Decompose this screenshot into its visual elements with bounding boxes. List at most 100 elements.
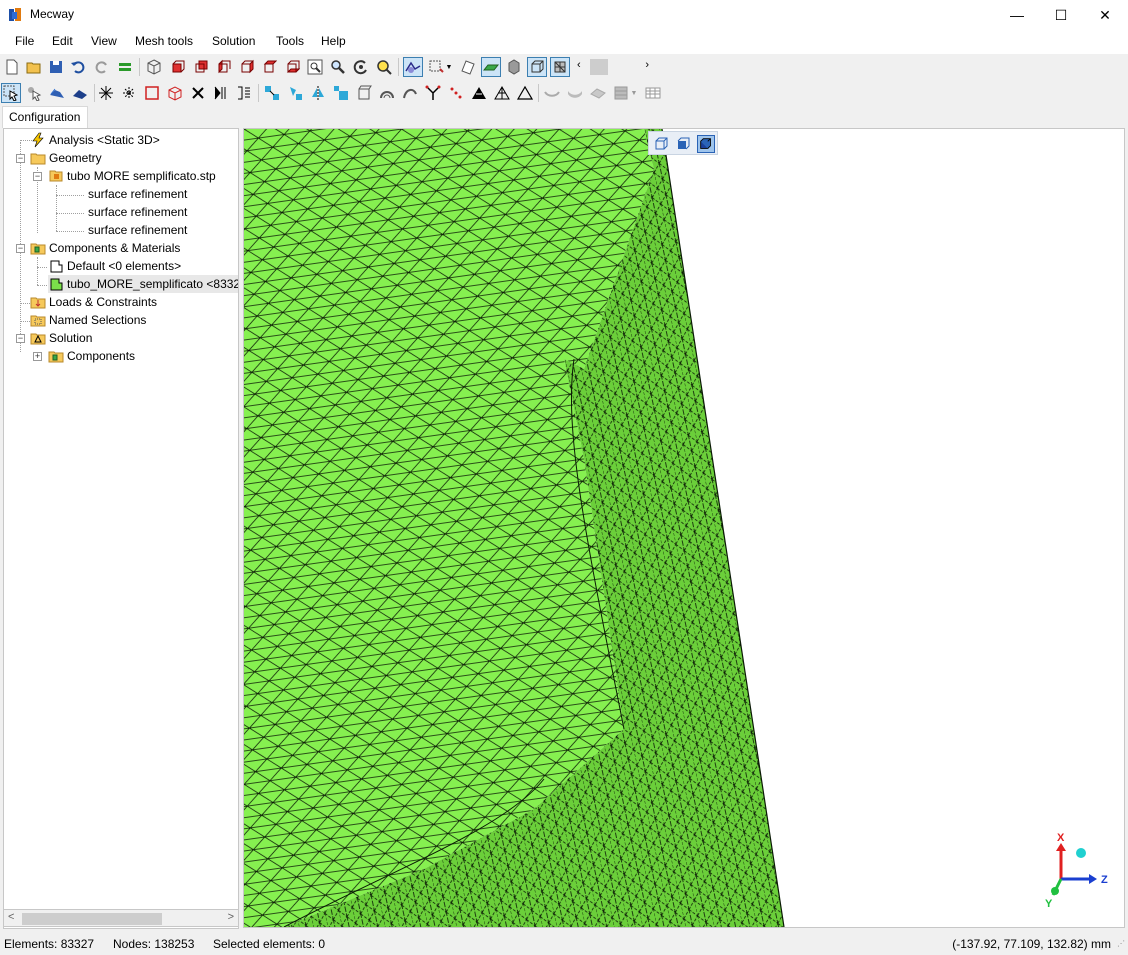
wireframe-view-toggle[interactable] xyxy=(527,57,547,77)
cube-front-icon xyxy=(172,60,185,73)
tree-horizontal-scrollbar[interactable]: < > xyxy=(3,909,239,927)
scroll-left-arrow-icon[interactable]: < xyxy=(8,911,14,923)
tree-item-refinement-3[interactable]: surface refinement xyxy=(88,221,187,239)
select-dropdown-arrow[interactable]: ▼ xyxy=(444,57,454,77)
show-mesh-toggle[interactable] xyxy=(403,57,423,77)
view-left-button[interactable] xyxy=(213,57,233,77)
components-collapse-toggle[interactable]: − xyxy=(16,244,25,253)
tri-mesh-button[interactable] xyxy=(492,83,512,103)
move-button[interactable] xyxy=(262,83,282,103)
shell-button xyxy=(542,83,562,103)
tree-item-component-tubo[interactable]: tubo_MORE_semplificato <8332 xyxy=(48,275,239,293)
refine-button[interactable] xyxy=(234,83,254,103)
view-front-button[interactable] xyxy=(167,57,187,77)
zoom-box-button[interactable] xyxy=(305,57,325,77)
solution-collapse-toggle[interactable]: − xyxy=(16,334,25,343)
revolve-button[interactable] xyxy=(377,83,397,103)
toolbar-overflow-scroll[interactable]: ‹ › xyxy=(575,57,653,77)
tree-item-component-default[interactable]: Default <0 elements> xyxy=(48,257,181,275)
explode-button[interactable] xyxy=(96,83,116,103)
tree-label: surface refinement xyxy=(88,205,188,219)
tree-item-named-selections[interactable]: Named Selections xyxy=(30,311,146,329)
menu-mesh-tools[interactable]: Mesh tools xyxy=(135,34,193,48)
wireframe-mode-icon[interactable] xyxy=(653,135,671,153)
tet-mesh-icon xyxy=(472,87,486,99)
tree-item-analysis[interactable]: Analysis <Static 3D> xyxy=(30,131,160,149)
red-square-icon xyxy=(145,86,159,100)
rectangle-button[interactable] xyxy=(142,83,162,103)
zoom-fit-button[interactable] xyxy=(374,57,394,77)
tree-item-components-materials[interactable]: Components & Materials xyxy=(30,239,180,257)
select-dropdown-button[interactable] xyxy=(426,57,446,77)
tree-label: tubo_MORE_semplificato <8332 xyxy=(67,277,239,291)
scroll-thumb[interactable] xyxy=(22,913,162,925)
undo-button[interactable] xyxy=(68,57,88,77)
menu-tools[interactable]: Tools xyxy=(276,34,304,48)
geometry-collapse-toggle[interactable]: − xyxy=(16,154,25,163)
view-right-button[interactable] xyxy=(236,57,256,77)
triangle-button[interactable] xyxy=(515,83,535,103)
resize-grip-icon[interactable]: ⋰ xyxy=(1117,939,1125,948)
view-back-button[interactable] xyxy=(190,57,210,77)
clip-plane-button[interactable] xyxy=(458,57,478,77)
tree-item-solution-components[interactable]: Components xyxy=(48,347,135,365)
redo-button[interactable] xyxy=(92,57,112,77)
thicken-icon xyxy=(568,91,582,98)
save-button[interactable] xyxy=(46,57,66,77)
view-bottom-button[interactable] xyxy=(282,57,302,77)
delete-button[interactable] xyxy=(188,83,208,103)
scroll-right-arrow-icon[interactable]: > xyxy=(228,911,234,923)
geometry-file-collapse-toggle[interactable]: − xyxy=(33,172,42,181)
view-iso-button[interactable] xyxy=(144,57,164,77)
extrude-button[interactable] xyxy=(354,83,374,103)
components-folder-icon xyxy=(30,240,46,256)
maximize-button[interactable]: ☐ xyxy=(1038,0,1084,30)
select-arrow-toggle[interactable] xyxy=(1,83,21,103)
menu-solution[interactable]: Solution xyxy=(212,34,255,48)
select-face-button[interactable] xyxy=(47,83,67,103)
model-viewport[interactable]: X Z Y xyxy=(243,128,1125,928)
equals-button[interactable] xyxy=(115,57,135,77)
solid-view-button[interactable] xyxy=(504,57,524,77)
menu-help[interactable]: Help xyxy=(321,34,346,48)
close-button[interactable]: ✕ xyxy=(1082,0,1128,30)
shaded-view-toggle[interactable] xyxy=(481,57,501,77)
star-button[interactable] xyxy=(119,83,139,103)
tree-item-refinement-1[interactable]: surface refinement xyxy=(88,185,187,203)
rotate-nodes-button[interactable] xyxy=(285,83,305,103)
menu-edit[interactable]: Edit xyxy=(52,34,73,48)
scroll-thumb[interactable] xyxy=(590,59,608,75)
menu-view[interactable]: View xyxy=(91,34,117,48)
minimize-button[interactable]: — xyxy=(994,0,1040,30)
scroll-left-arrow-icon[interactable]: ‹ xyxy=(577,59,581,71)
merge-nodes-button[interactable] xyxy=(446,83,466,103)
tab-configuration[interactable]: Configuration xyxy=(2,106,88,128)
fe-mesh-render[interactable] xyxy=(244,129,1124,927)
tree-item-solution[interactable]: Solution xyxy=(30,329,92,347)
mirror-button[interactable] xyxy=(308,83,328,103)
scroll-right-arrow-icon[interactable]: › xyxy=(645,59,649,71)
tree-item-geometry[interactable]: Geometry xyxy=(30,149,102,167)
box-button[interactable] xyxy=(165,83,185,103)
solid-mode-icon[interactable] xyxy=(675,135,693,153)
solution-components-expand-toggle[interactable]: + xyxy=(33,352,42,361)
new-file-button[interactable] xyxy=(2,57,22,77)
tree-item-loads-constraints[interactable]: Loads & Constraints xyxy=(30,293,157,311)
mesh-cube-toggle[interactable] xyxy=(550,57,570,77)
tree-item-refinement-2[interactable]: surface refinement xyxy=(88,203,187,221)
view-top-button[interactable] xyxy=(259,57,279,77)
select-node-button[interactable] xyxy=(24,83,44,103)
tree-item-geometry-file[interactable]: tubo MORE semplificato.stp xyxy=(48,167,216,185)
rotate-button[interactable] xyxy=(351,57,371,77)
sweep-button[interactable] xyxy=(400,83,420,103)
surface-select-icon xyxy=(73,90,87,99)
split-button[interactable] xyxy=(211,83,231,103)
menu-file[interactable]: File xyxy=(15,34,34,48)
join-button[interactable] xyxy=(423,83,443,103)
scale-button[interactable] xyxy=(331,83,351,103)
solid-edges-mode-icon[interactable] xyxy=(697,135,715,153)
zoom-button[interactable] xyxy=(328,57,348,77)
open-button[interactable] xyxy=(24,57,44,77)
tet-mesh-button[interactable] xyxy=(469,83,489,103)
select-surface-button[interactable] xyxy=(70,83,90,103)
